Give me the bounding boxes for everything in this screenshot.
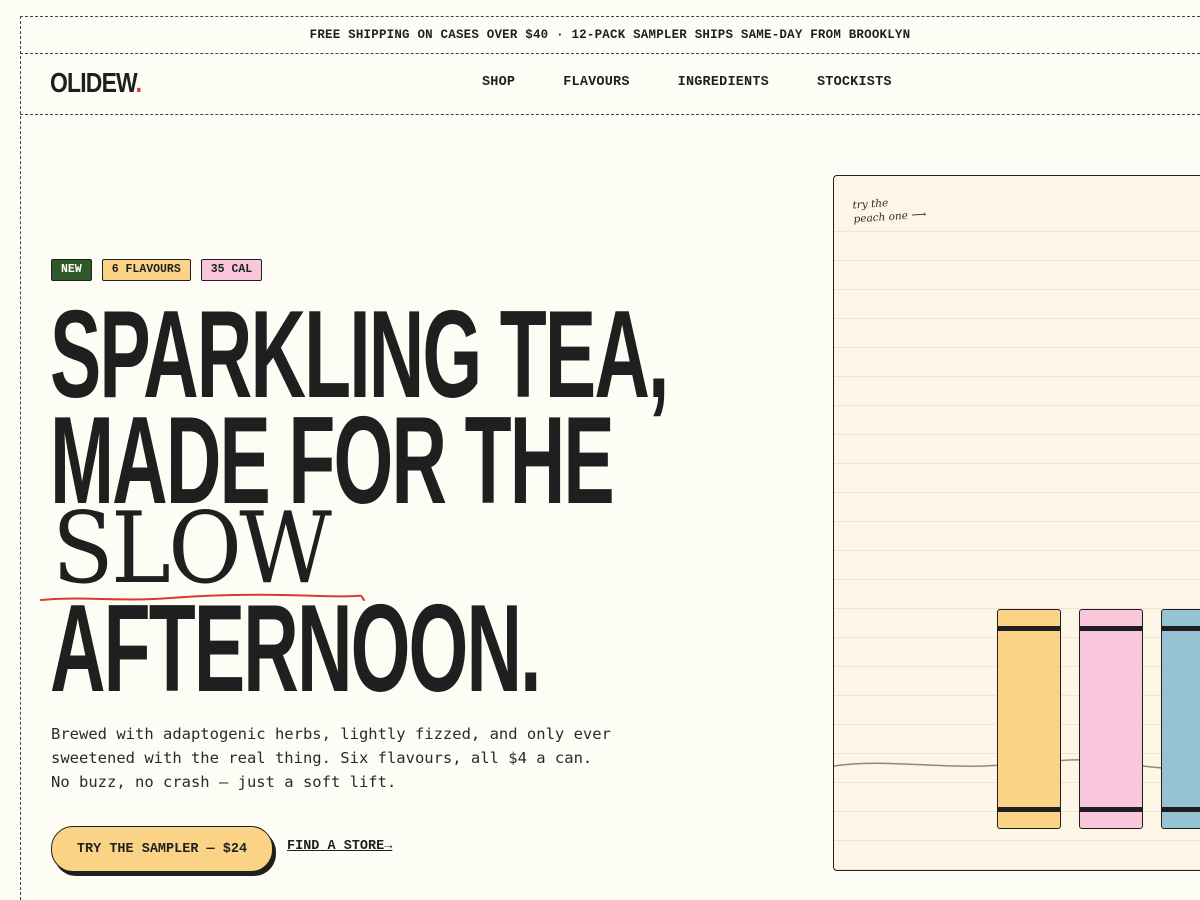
tag-flavours: 6 FLAVOURS <box>101 259 191 281</box>
site-header: OLIDEW. SHOP FLAVOURS INGREDIENTS STOCKI… <box>20 53 1200 115</box>
nav-item-ingredients[interactable]: INGREDIENTS <box>678 75 769 90</box>
nav-item-stockists[interactable]: STOCKISTS <box>817 75 892 90</box>
can-top-band <box>1162 626 1200 631</box>
page-frame-border <box>20 16 21 900</box>
main-nav: SHOP FLAVOURS INGREDIENTS STOCKISTS <box>482 75 940 90</box>
find-store-link[interactable]: FIND A STORE→ <box>287 839 392 854</box>
product-illustration-panel: try the peach one ⟶ <box>833 175 1200 871</box>
can-top-band <box>1080 626 1142 631</box>
announcement-bar: FREE SHIPPING ON CASES OVER $40 · 12-PAC… <box>20 16 1200 54</box>
try-sampler-button[interactable]: TRY THE SAMPLER — $24 <box>51 826 273 872</box>
can-bottom-band <box>1162 807 1200 812</box>
can-top-band <box>998 626 1060 631</box>
nav-item-flavours[interactable]: FLAVOURS <box>563 75 629 90</box>
tag-calories: 35 CAL <box>200 259 263 281</box>
brand-name: OLIDEW <box>50 67 136 98</box>
hero-tags: NEW 6 FLAVOURS 35 CAL <box>51 259 272 281</box>
nav-item-shop[interactable]: SHOP <box>482 75 515 90</box>
can-bottom-band <box>1080 807 1142 812</box>
can-peach[interactable] <box>997 609 1061 829</box>
can-blue[interactable] <box>1161 609 1200 829</box>
can-bottom-band <box>998 807 1060 812</box>
hero-description: Brewed with adaptogenic herbs, lightly f… <box>51 725 611 791</box>
announcement-text: FREE SHIPPING ON CASES OVER $40 · 12-PAC… <box>309 28 911 42</box>
tag-new: NEW <box>51 259 92 281</box>
scribble-underline <box>40 593 365 601</box>
handwritten-note: try the peach one ⟶ <box>852 193 927 226</box>
brand-logo[interactable]: OLIDEW. <box>50 67 142 99</box>
brand-dot: . <box>135 67 142 98</box>
can-pink[interactable] <box>1079 609 1143 829</box>
